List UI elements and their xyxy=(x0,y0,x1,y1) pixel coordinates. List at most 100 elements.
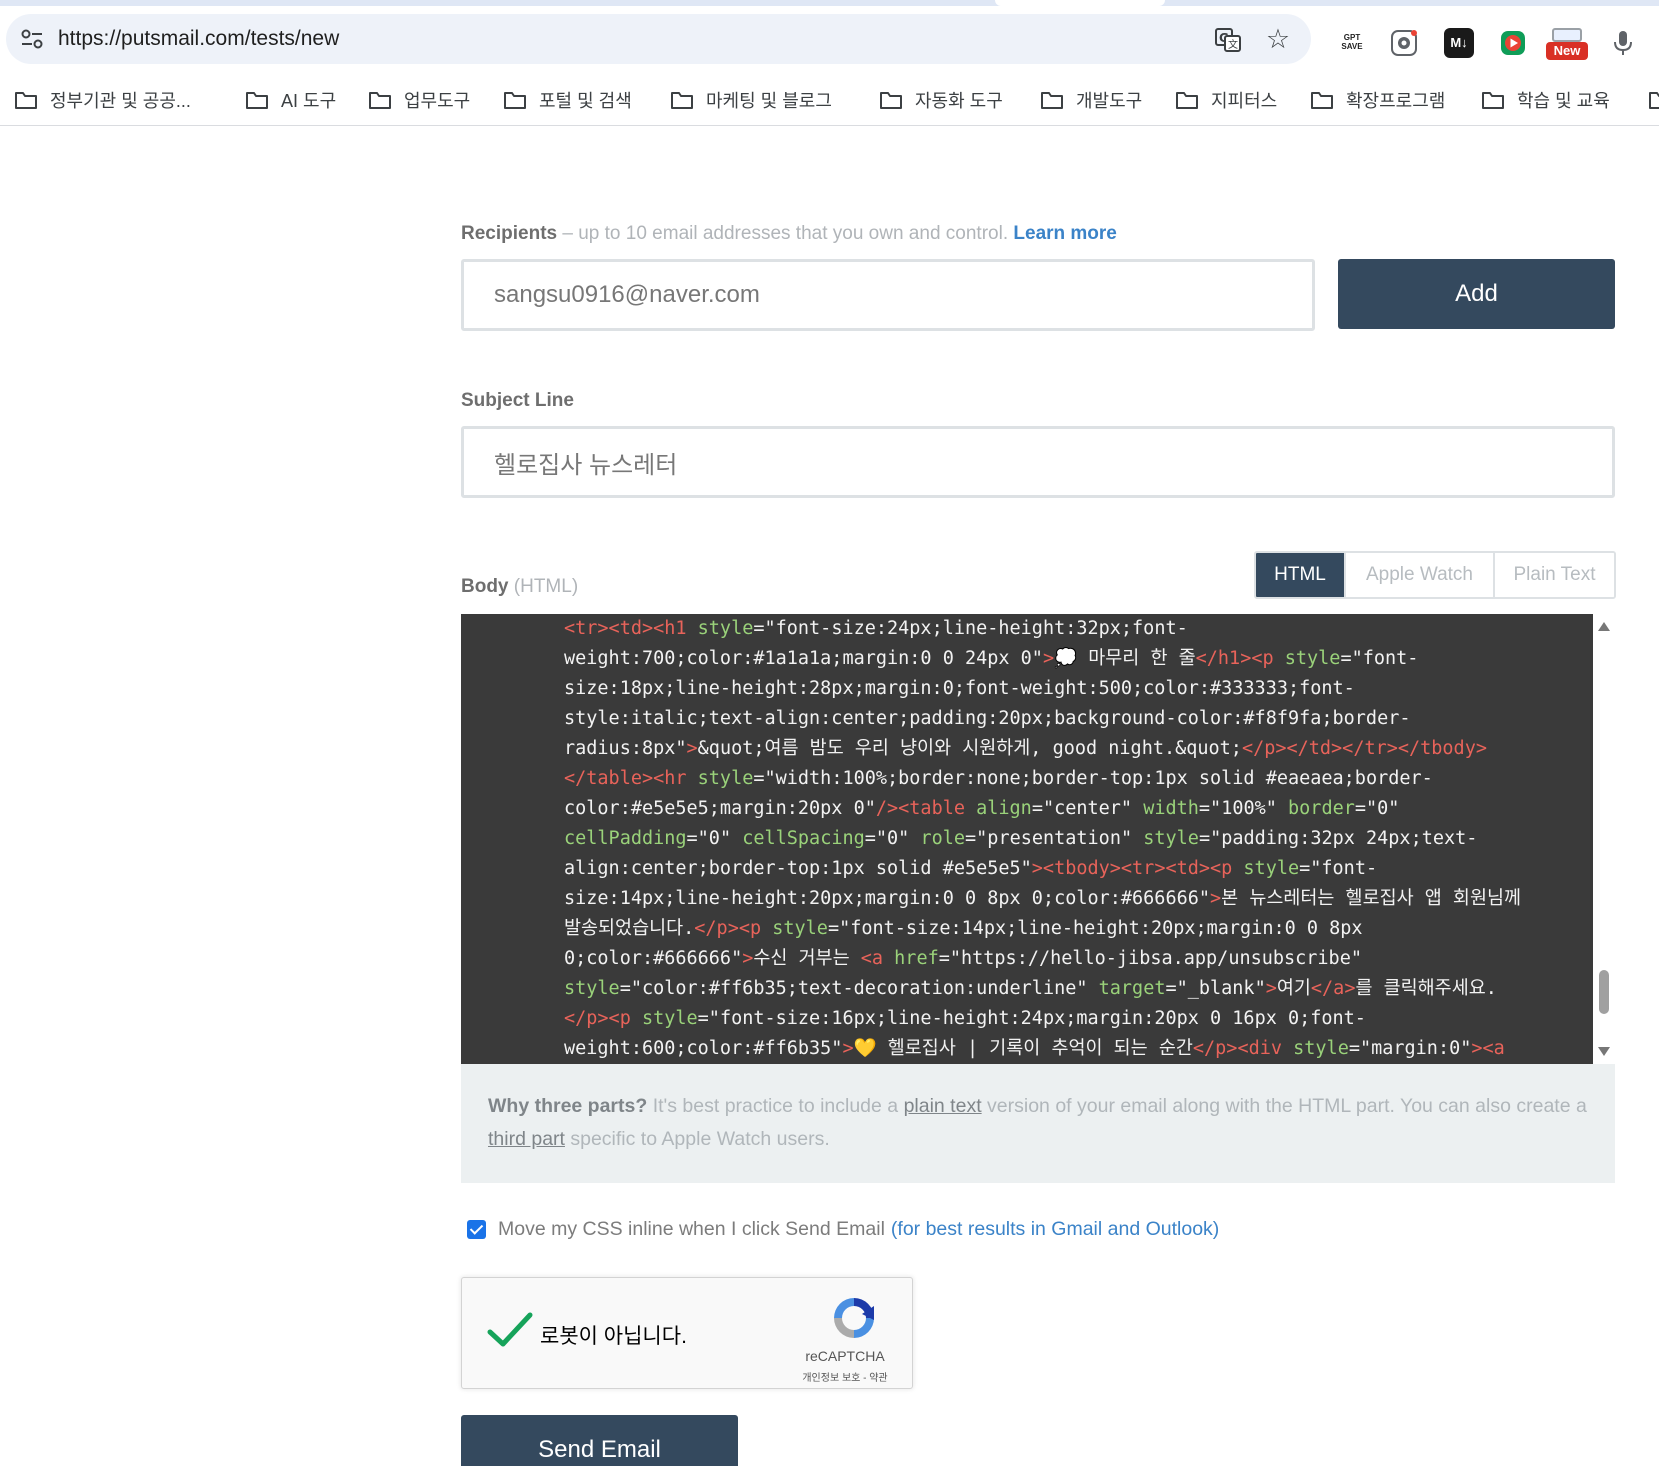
code-token: ="font-size:24px;line-height:32px;font- xyxy=(753,618,1188,639)
code-line: weight:600;color:#ff6b35">💛 헬로집사 | 기록이 추… xyxy=(564,1034,1593,1064)
code-token: &quot;여름 밤도 우리 냥이와 시원하게, good night.&quo… xyxy=(697,738,1242,759)
notice-lead: Why three parts? xyxy=(488,1095,648,1117)
new-badge: New xyxy=(1546,42,1588,60)
code-token: 를 클릭해주세요. xyxy=(1355,978,1497,999)
recaptcha-brand: reCAPTCHA xyxy=(805,1348,885,1364)
screen-capture-extension-icon[interactable] xyxy=(1389,28,1419,58)
body-mode: (HTML) xyxy=(513,576,579,597)
code-token: style xyxy=(1293,1038,1349,1059)
subject-input[interactable]: 헬로집사 뉴스레터 xyxy=(461,426,1615,498)
bookmark-folder[interactable]: AI 도구 xyxy=(245,74,336,126)
code-line: align:center;border-top:1px solid #e5e5e… xyxy=(564,854,1593,884)
terms-link[interactable]: 약관 xyxy=(869,1373,887,1384)
new-extension-icon[interactable]: New xyxy=(1546,26,1590,60)
bookmark-label: 개발도구 xyxy=(1076,91,1143,111)
tab-plain-text[interactable]: Plain Text xyxy=(1493,553,1614,597)
inline-css-option: Move my CSS inline when I click Send Ema… xyxy=(467,1216,1219,1242)
code-token: /><table xyxy=(875,798,977,819)
code-line: 발송되었습니다.</p><p style="font-size:14px;lin… xyxy=(564,914,1593,944)
code-token: radius:8px" xyxy=(564,738,687,759)
gpt-save-label: GPT SAVE xyxy=(1341,33,1363,51)
inline-css-checkbox[interactable] xyxy=(467,1219,486,1239)
send-email-button[interactable]: Send Email xyxy=(461,1415,738,1466)
code-token: ="font- xyxy=(1299,858,1378,879)
code-token: > xyxy=(686,738,698,759)
microphone-icon[interactable] xyxy=(1608,28,1638,58)
code-token: > xyxy=(1210,888,1222,909)
video-extension-icon[interactable] xyxy=(1498,28,1528,58)
recipient-email-value: sangsu0916@naver.com xyxy=(494,281,760,308)
body-format-tabs: HTML Apple Watch Plain Text xyxy=(1254,551,1616,599)
code-token: > xyxy=(742,948,754,969)
bookmark-label: 지피터스 xyxy=(1211,91,1278,111)
code-line: cellPadding="0" cellSpacing="0" role="pr… xyxy=(564,824,1593,854)
bookmark-folder[interactable]: 지피터스 xyxy=(1175,74,1277,126)
code-token: </p></td></tr></tbody> xyxy=(1241,738,1487,759)
code-area[interactable]: <tr><td><h1 style="font-size:24px;line-h… xyxy=(461,614,1593,1064)
code-token: 발송되었습니다. xyxy=(564,918,695,939)
scroll-up-arrow-icon[interactable] xyxy=(1598,622,1610,631)
privacy-link[interactable]: 개인정보 보호 xyxy=(802,1373,860,1384)
editor-scrollbar[interactable] xyxy=(1593,614,1615,1064)
body-label: Body (HTML) xyxy=(461,576,578,598)
code-token: </a> xyxy=(1310,978,1356,999)
bookmark-folder-overflow[interactable] xyxy=(1648,74,1659,126)
code-token: style xyxy=(697,618,754,639)
body-title: Body xyxy=(461,576,509,597)
site-info-icon[interactable] xyxy=(20,28,44,50)
bookmark-label: 정부기관 및 공공... xyxy=(50,91,191,111)
translate-icon[interactable]: G 文 xyxy=(1214,26,1242,54)
bookmark-folder[interactable]: 포털 및 검색 xyxy=(503,74,632,126)
code-token: 0;color:#666666" xyxy=(564,948,743,969)
learn-more-link[interactable]: Learn more xyxy=(1013,223,1116,244)
code-line: weight:700;color:#1a1a1a;margin:0 0 24px… xyxy=(564,644,1593,674)
page: https://putsmail.com/tests/new G 文 ☆ GPT… xyxy=(0,0,1659,1466)
folder-icon xyxy=(880,92,902,109)
folder-icon xyxy=(671,92,693,109)
scroll-thumb[interactable] xyxy=(1599,970,1609,1014)
code-token: size:14px;line-height:20px;margin:0 0 8p… xyxy=(564,888,1211,909)
code-token: ="width:100%;border:none;border-top:1px … xyxy=(753,768,1433,789)
code-token: 본 뉴스레터는 헬로집사 앱 회원님께 xyxy=(1221,888,1522,909)
links-separator: - xyxy=(860,1373,870,1384)
code-token: ="center" xyxy=(1031,798,1144,819)
bookmark-star-icon[interactable]: ☆ xyxy=(1264,25,1292,53)
code-token: > xyxy=(1265,978,1277,999)
code-token: width xyxy=(1143,798,1199,819)
markdown-extension-icon[interactable]: M↓ xyxy=(1444,28,1474,58)
tab-apple-watch[interactable]: Apple Watch xyxy=(1344,553,1493,597)
code-token: ="0" xyxy=(686,828,743,849)
url-text[interactable]: https://putsmail.com/tests/new xyxy=(58,14,339,64)
bookmark-label: 마케팅 및 블로그 xyxy=(706,91,832,111)
bookmark-folder[interactable]: 업무도구 xyxy=(368,74,470,126)
code-token: </p><p xyxy=(564,1008,642,1029)
code-token: </p><div xyxy=(1192,1038,1294,1059)
bookmark-folder[interactable]: 자동화 도구 xyxy=(879,74,1003,126)
html-code-editor[interactable]: <tr><td><h1 style="font-size:24px;line-h… xyxy=(461,614,1615,1064)
bookmark-folder[interactable]: 개발도구 xyxy=(1040,74,1142,126)
code-token: target xyxy=(1098,978,1166,999)
code-token: ="padding:32px 24px;text- xyxy=(1198,828,1478,849)
checkmark-icon[interactable] xyxy=(486,1310,534,1350)
scroll-down-arrow-icon[interactable] xyxy=(1598,1047,1610,1056)
code-line: style="color:#ff6b35;text-decoration:und… xyxy=(564,974,1593,1004)
inline-css-label[interactable]: Move my CSS inline when I click Send Ema… xyxy=(498,1218,885,1241)
bookmark-folder[interactable]: 학습 및 교육 xyxy=(1481,74,1610,126)
bookmark-folder[interactable]: 정부기관 및 공공... xyxy=(14,74,191,126)
code-token: style xyxy=(1143,828,1199,849)
browser-toolbar: https://putsmail.com/tests/new G 文 ☆ GPT… xyxy=(0,6,1659,74)
address-bar[interactable]: https://putsmail.com/tests/new G 文 ☆ xyxy=(6,14,1311,64)
recipient-email-input[interactable]: sangsu0916@naver.com xyxy=(461,259,1315,331)
tab-html[interactable]: HTML xyxy=(1256,553,1344,597)
code-line: style:italic;text-align:center;padding:2… xyxy=(564,704,1593,734)
add-recipient-button[interactable]: Add xyxy=(1338,259,1615,329)
code-token: color:#e5e5e5;margin:20px 0" xyxy=(564,798,876,819)
bookmark-folder[interactable]: 확장프로그램 xyxy=(1310,74,1445,126)
folder-icon xyxy=(1311,92,1333,109)
bookmark-folder[interactable]: 마케팅 및 블로그 xyxy=(670,74,832,126)
plain-text-link[interactable]: plain text xyxy=(904,1095,982,1117)
gpt-save-extension-icon[interactable]: GPT SAVE xyxy=(1337,28,1367,58)
third-part-link[interactable]: third part xyxy=(488,1128,565,1150)
folder-icon xyxy=(504,92,526,109)
code-token: style:italic;text-align:center;padding:2… xyxy=(564,708,1411,729)
